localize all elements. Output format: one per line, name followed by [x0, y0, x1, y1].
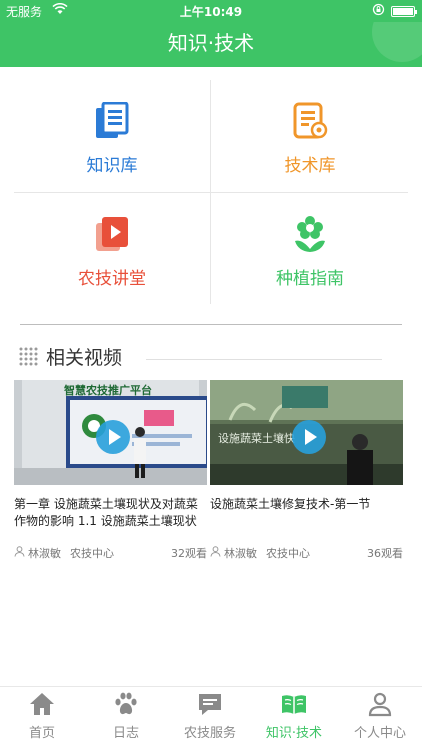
- section-header: 相关视频: [18, 341, 382, 371]
- grid-item-agri-lecture[interactable]: 农技讲堂: [14, 193, 210, 303]
- video-title[interactable]: 第一章 设施蔬菜土壤现状及对蔬菜作物的影响 1.1 设施蔬菜土壤现状: [14, 496, 207, 530]
- battery-icon: [391, 6, 417, 17]
- video-org: 农技中心: [266, 547, 310, 560]
- video-org: 农技中心: [70, 547, 114, 560]
- status-bar: 无服务 上午10:49: [0, 0, 422, 22]
- feature-grid: 知识库 技术库 农技讲堂 种植指南: [0, 80, 422, 304]
- paw-icon: [113, 691, 139, 717]
- clock: 上午10:49: [179, 5, 243, 19]
- tab-bar: 首页 日志 农技服务 知识·技术 个人中心: [0, 686, 422, 750]
- video-card[interactable]: 设施蔬菜土壤快 设施蔬菜土壤修复技术-第一节 林淑敏 农技中心 36观看: [210, 380, 403, 560]
- video-views: 32观看: [171, 547, 207, 560]
- tab-label: 农技服务: [183, 726, 236, 741]
- rotation-lock-icon: [372, 3, 385, 19]
- header-decoration: [372, 22, 422, 62]
- video-thumbnail[interactable]: 智慧农技推广平台: [14, 380, 207, 485]
- grid-item-knowledge-base[interactable]: 知识库: [14, 80, 210, 190]
- thumbnail-banner-text: 设施蔬菜土壤快: [218, 432, 295, 445]
- grid-item-label: 知识库: [86, 156, 138, 176]
- video-play-icon: [14, 215, 210, 255]
- grid-item-planting-guide[interactable]: 种植指南: [212, 193, 408, 303]
- video-author: 林淑敏: [28, 547, 61, 560]
- home-icon: [29, 691, 55, 717]
- grid-item-label: 种植指南: [276, 269, 344, 289]
- section-divider: [20, 324, 402, 325]
- video-title[interactable]: 设施蔬菜土壤修复技术-第一节: [210, 496, 403, 513]
- dots-grid-icon: [18, 346, 38, 370]
- play-icon[interactable]: [96, 420, 130, 454]
- video-meta: 林淑敏 农技中心 32观看: [14, 545, 207, 561]
- video-author: 林淑敏: [224, 547, 257, 560]
- flower-sprout-icon: [212, 215, 408, 255]
- document-gear-icon: [212, 102, 408, 142]
- section-underline: [146, 359, 382, 360]
- tab-label: 首页: [28, 726, 55, 741]
- tab-home[interactable]: 首页: [0, 687, 84, 751]
- tab-log[interactable]: 日志: [84, 687, 168, 751]
- video-meta: 林淑敏 农技中心 36观看: [210, 545, 403, 561]
- tab-agri-service[interactable]: 农技服务: [168, 687, 252, 751]
- play-icon[interactable]: [292, 420, 326, 454]
- person-icon: [210, 546, 221, 560]
- tab-label: 个人中心: [353, 726, 406, 741]
- video-thumbnail[interactable]: 设施蔬菜土壤快: [210, 380, 403, 485]
- chat-icon: [197, 691, 223, 717]
- tab-label: 知识·技术: [265, 726, 323, 741]
- grid-item-tech-library[interactable]: 技术库: [212, 80, 408, 190]
- tab-personal-center[interactable]: 个人中心: [338, 687, 422, 751]
- person-icon: [367, 691, 393, 717]
- grid-item-label: 技术库: [284, 156, 336, 176]
- tab-knowledge-tech[interactable]: 知识·技术: [252, 687, 336, 751]
- person-icon: [14, 546, 25, 560]
- section-title: 相关视频: [46, 347, 123, 369]
- open-book-icon: [281, 691, 307, 717]
- nav-bar: 知识·技术: [0, 22, 422, 67]
- video-views: 36观看: [367, 547, 403, 560]
- tab-label: 日志: [112, 726, 139, 741]
- video-card[interactable]: 智慧农技推广平台 第一章 设施蔬菜土壤现状及对蔬菜作物的影响 1.1 设施蔬菜土…: [14, 380, 207, 560]
- thumbnail-banner-text: 智慧农技推广平台: [64, 384, 152, 397]
- book-list-icon: [14, 101, 210, 142]
- page-title: 知识·技术: [167, 31, 255, 55]
- grid-item-label: 农技讲堂: [78, 269, 146, 289]
